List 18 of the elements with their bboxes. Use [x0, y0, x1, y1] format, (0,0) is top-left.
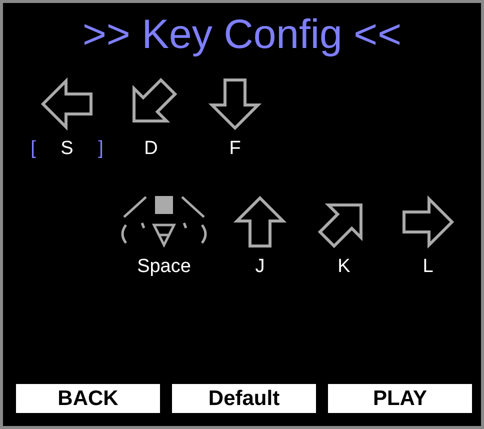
left-arrow-icon	[40, 77, 94, 131]
key-label[interactable]: J	[255, 256, 265, 278]
key-label[interactable]: S	[60, 138, 74, 160]
key-label[interactable]: L	[422, 256, 434, 278]
key-label[interactable]: K	[338, 256, 350, 278]
selection-bracket: [	[30, 138, 37, 160]
menu-button[interactable]: PLAY	[328, 384, 472, 413]
up-arrow-icon	[233, 195, 287, 249]
down-arrow-icon	[208, 77, 262, 131]
screen-title: >> Key Config <<	[81, 11, 403, 57]
key-label[interactable]: Space	[137, 256, 191, 278]
menu-button[interactable]: Default	[172, 384, 316, 413]
kaomoji-icon	[118, 195, 210, 249]
selection-bracket: ]	[97, 138, 104, 160]
key-label[interactable]: F	[229, 138, 241, 160]
right-arrow-icon	[401, 195, 455, 249]
key-label[interactable]: D	[144, 138, 158, 160]
menu-button[interactable]: BACK	[16, 384, 160, 413]
